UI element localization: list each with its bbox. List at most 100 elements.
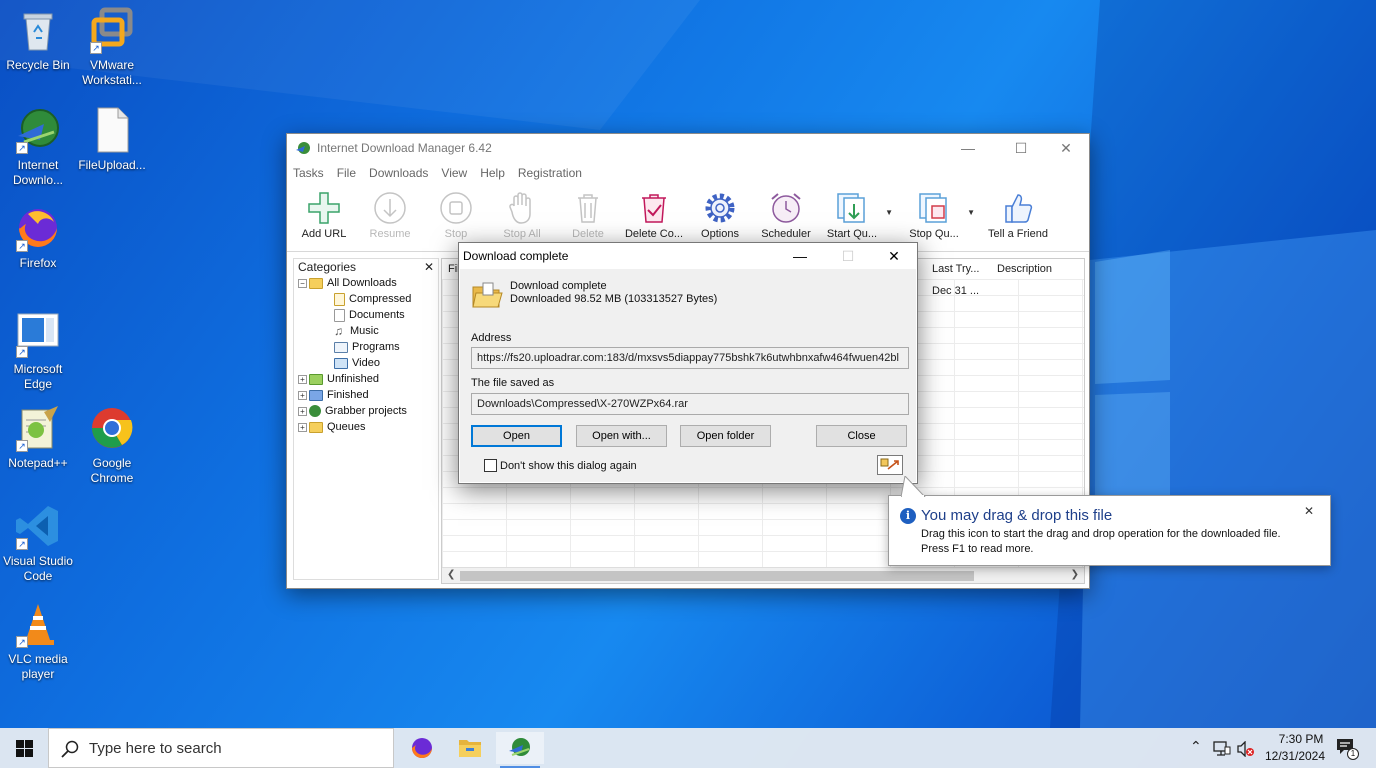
queue-start-icon xyxy=(837,193,865,223)
maximize-button[interactable]: ☐ xyxy=(998,134,1044,162)
vlc-cone-icon: ↗ xyxy=(14,600,62,648)
chevron-down-icon[interactable]: ▼ xyxy=(967,208,975,217)
desktop-icon-label: Firefox xyxy=(19,256,57,270)
add-url-button[interactable]: Add URL xyxy=(291,184,357,251)
close-window-button[interactable]: ✕ xyxy=(1043,134,1089,162)
taskbar-idm[interactable] xyxy=(496,732,544,768)
desktop-icon-chrome[interactable]: Google Chrome xyxy=(74,404,150,486)
delete-button[interactable]: Delete xyxy=(555,184,621,251)
clock-time[interactable]: 7:30 PM xyxy=(1268,732,1334,746)
saved-path-field[interactable]: Downloads\Compressed\X-270WZPx64.rar xyxy=(471,393,909,415)
collapse-icon[interactable]: − xyxy=(298,278,307,288)
start-queue-button[interactable]: Start Qu... ▼ xyxy=(819,184,893,251)
expand-icon[interactable]: + xyxy=(298,390,307,400)
delete-completed-button[interactable]: Delete Co... xyxy=(621,184,687,251)
scheduler-button[interactable]: Scheduler xyxy=(753,184,819,251)
stop-all-button[interactable]: Stop All xyxy=(489,184,555,251)
minimize-button[interactable]: — xyxy=(945,134,991,162)
column-last-try[interactable]: Last Try... xyxy=(932,263,979,275)
open-folder-button[interactable]: Open folder xyxy=(680,425,771,447)
scrollbar-thumb[interactable] xyxy=(460,571,974,581)
expand-icon[interactable]: + xyxy=(298,374,307,384)
tree-item-queues[interactable]: + Queues xyxy=(294,419,438,435)
menu-view[interactable]: View xyxy=(441,166,467,180)
tooltip-close-icon[interactable]: ✕ xyxy=(1304,504,1314,518)
expand-icon[interactable]: + xyxy=(298,422,307,432)
desktop-icon-recycle-bin[interactable]: Recycle Bin xyxy=(0,6,76,73)
tree-item-compressed[interactable]: Compressed xyxy=(294,291,438,307)
desktop-icon-firefox[interactable]: ↗ Firefox xyxy=(0,204,76,271)
categories-panel: Categories ✕ − All Downloads Compressed D… xyxy=(293,258,439,580)
dialog-close-button[interactable]: ✕ xyxy=(871,243,917,269)
taskbar-search-box[interactable]: Type here to search xyxy=(48,728,394,768)
clock-date[interactable]: 12/31/2024 xyxy=(1262,749,1328,763)
drag-drop-handle-icon[interactable] xyxy=(877,455,903,475)
address-field[interactable]: https://fs20.uploadrar.com:183/d/mxsvs5d… xyxy=(471,347,909,369)
program-window-icon xyxy=(334,341,348,353)
tree-item-grabber-projects[interactable]: + Grabber projects xyxy=(294,403,438,419)
taskbar-firefox[interactable] xyxy=(398,732,446,764)
stop-queue-button[interactable]: Stop Qu... ▼ xyxy=(901,184,975,251)
show-hidden-icons-button[interactable]: ⌃ xyxy=(1190,738,1202,755)
row-last-try: Dec 31 ... xyxy=(932,285,980,297)
desktop-icon-idm[interactable]: ↗ Internet Downlo... xyxy=(0,106,76,188)
desktop-icon-vlc[interactable]: ↗ VLC media player xyxy=(0,600,76,682)
category-tree: − All Downloads Compressed Documents ♫ Mus… xyxy=(294,275,438,435)
desktop-icon-fileupload[interactable]: FileUpload... xyxy=(74,106,150,173)
alarm-clock-icon xyxy=(771,193,801,223)
chevron-down-icon[interactable]: ▼ xyxy=(885,208,893,217)
stop-button[interactable]: Stop xyxy=(423,184,489,251)
desktop-icon-label: Google Chrome xyxy=(90,456,134,485)
scroll-right-icon[interactable]: ❯ xyxy=(1071,569,1079,580)
taskbar-file-explorer[interactable] xyxy=(446,732,494,764)
firefox-icon: ↗ xyxy=(14,204,62,252)
desktop-icon-vscode[interactable]: ↗ Visual Studio Code xyxy=(0,502,76,584)
idm-globe-icon xyxy=(509,738,530,756)
desktop-icon-vmware[interactable]: ↗ VMware Workstati... xyxy=(74,6,150,88)
tree-item-all-downloads[interactable]: − All Downloads xyxy=(294,275,438,291)
menu-downloads[interactable]: Downloads xyxy=(369,166,428,180)
shortcut-arrow-icon: ↗ xyxy=(16,142,28,154)
categories-header: Categories ✕ xyxy=(298,259,434,275)
desktop-icon-label: Recycle Bin xyxy=(6,58,70,72)
menu-tasks[interactable]: Tasks xyxy=(293,166,324,180)
microsoft-edge-icon: ↗ xyxy=(14,310,62,358)
tree-item-finished[interactable]: + Finished xyxy=(294,387,438,403)
download-complete-dialog[interactable]: Download complete — ☐ ✕ Download complet… xyxy=(458,242,918,484)
close-categories-icon[interactable]: ✕ xyxy=(424,259,434,275)
search-placeholder: Type here to search xyxy=(89,740,222,757)
options-button[interactable]: Options xyxy=(687,184,753,251)
menu-registration[interactable]: Registration xyxy=(518,166,582,180)
column-description[interactable]: Description xyxy=(997,263,1052,275)
tree-item-unfinished[interactable]: + Unfinished xyxy=(294,371,438,387)
menu-help[interactable]: Help xyxy=(480,166,505,180)
tree-item-music[interactable]: ♫ Music xyxy=(294,323,438,339)
idm-globe-icon: ↗ xyxy=(14,106,62,154)
open-with-button[interactable]: Open with... xyxy=(576,425,667,447)
dont-show-checkbox[interactable] xyxy=(484,459,497,472)
tell-a-friend-button[interactable]: Tell a Friend xyxy=(983,184,1053,251)
desktop-icon-label: Internet Downlo... xyxy=(12,158,64,187)
open-button[interactable]: Open xyxy=(471,425,562,447)
desktop-icon-notepadpp[interactable]: ↗ Notepad++ xyxy=(0,404,76,471)
start-button[interactable] xyxy=(0,728,48,768)
tree-item-video[interactable]: Video xyxy=(294,355,438,371)
resume-button[interactable]: Resume xyxy=(357,184,423,251)
taskbar: Type here to search ⌃ 7:30 PM 12/31/2024… xyxy=(0,728,1376,768)
network-icon[interactable] xyxy=(1213,741,1231,757)
scroll-left-icon[interactable]: ❮ xyxy=(447,569,455,580)
expand-icon[interactable]: + xyxy=(298,406,307,416)
horizontal-scrollbar[interactable]: ❮ ❯ xyxy=(442,567,1084,583)
tree-item-documents[interactable]: Documents xyxy=(294,307,438,323)
dialog-minimize-button[interactable]: — xyxy=(777,243,823,269)
music-note-icon: ♫ xyxy=(334,323,343,338)
notification-center-button[interactable]: 1 xyxy=(1336,738,1359,760)
desktop-icon-label: Notepad++ xyxy=(8,456,68,470)
tree-item-programs[interactable]: Programs xyxy=(294,339,438,355)
menu-file[interactable]: File xyxy=(337,166,356,180)
volume-muted-icon[interactable] xyxy=(1237,741,1255,757)
download-status: Download complete xyxy=(510,280,607,292)
visual-studio-code-icon: ↗ xyxy=(14,502,62,550)
close-button[interactable]: Close xyxy=(816,425,907,447)
desktop-icon-edge[interactable]: ↗ Microsoft Edge xyxy=(0,310,76,392)
